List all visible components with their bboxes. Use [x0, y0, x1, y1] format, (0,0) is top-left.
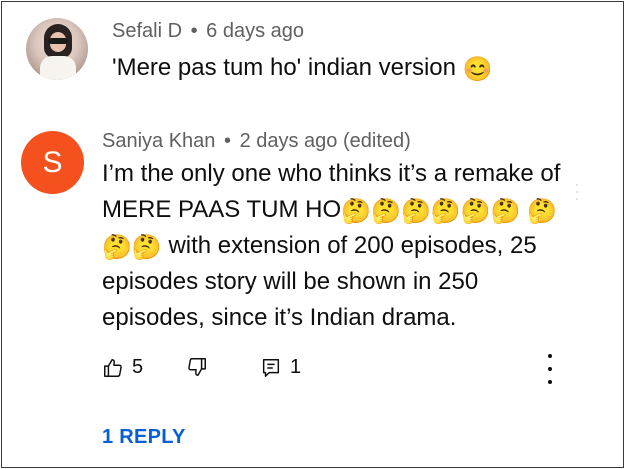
thumbs-down-icon — [188, 358, 206, 376]
like-count: 5 — [132, 356, 144, 378]
faint-more-icon — [575, 184, 579, 200]
avatar-sunglasses — [48, 38, 68, 44]
thinking-emoji: 🤔 — [400, 198, 431, 225]
comment-sefali: Sefali D • 6 days ago 'Mere pas tum ho' … — [2, 2, 623, 102]
comment-time[interactable]: 6 days ago — [206, 20, 304, 42]
view-replies-link[interactable]: 1 REPLY — [102, 426, 186, 449]
meta-separator: • — [190, 20, 198, 42]
thinking-emoji: 🤔 — [131, 234, 162, 261]
author-name[interactable]: Sefali D — [112, 20, 182, 42]
comment-text-body: 'Mere pas tum ho' indian version — [112, 54, 457, 81]
like-button[interactable]: 5 — [102, 356, 143, 379]
avatar[interactable] — [26, 18, 88, 80]
thinking-emoji: 🤔 — [371, 198, 401, 225]
thinking-emoji: 🤔 — [341, 198, 372, 225]
thumbs-up-icon — [104, 358, 122, 377]
avatar[interactable]: S — [21, 131, 84, 194]
avatar-letter: S — [42, 145, 63, 179]
meta-separator: • — [223, 130, 231, 152]
author-name[interactable]: Saniya Khan — [102, 130, 215, 152]
more-vert-icon[interactable] — [544, 354, 556, 384]
comment-text: 'Mere pas tum ho' indian version 😊 — [112, 50, 493, 86]
reply-button[interactable]: 1 — [260, 356, 301, 379]
comment-text: I’m the only one who thinks it’s a remak… — [102, 156, 562, 336]
comment-saniya: S Saniya Khan • 2 days ago (edited) I’m … — [2, 116, 623, 467]
thinking-emoji: 🤔 — [102, 234, 132, 261]
avatar-body — [40, 56, 76, 80]
thinking-emoji: 🤔 — [430, 198, 461, 225]
comment-time[interactable]: 2 days ago (edited) — [240, 130, 411, 152]
dislike-button[interactable] — [186, 356, 208, 378]
comments-panel: Sefali D • 6 days ago 'Mere pas tum ho' … — [1, 1, 624, 468]
thinking-emoji: 🤔 — [460, 198, 491, 225]
smile-emoji: 😊 — [462, 56, 493, 83]
comment-meta: Sefali D • 6 days ago — [112, 20, 304, 43]
comment-meta: Saniya Khan • 2 days ago (edited) — [102, 130, 411, 153]
reply-count: 1 — [290, 356, 302, 378]
comment-text-part2: with extension of 200 episodes, 25 episo… — [102, 232, 537, 331]
thinking-emoji: 🤔 — [490, 198, 521, 225]
comment-reply-icon — [262, 358, 280, 377]
thinking-emoji: 🤔 — [527, 198, 558, 225]
